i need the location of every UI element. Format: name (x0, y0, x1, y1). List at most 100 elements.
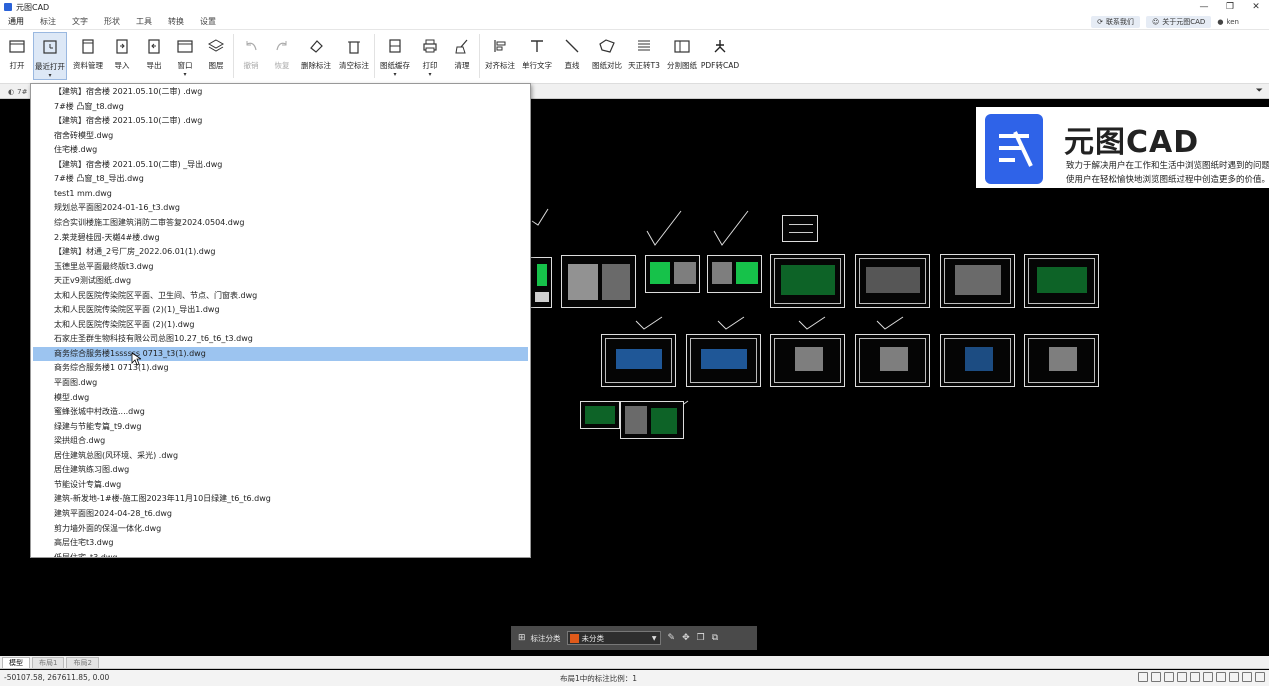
undo-button[interactable]: 撤销 (234, 32, 268, 80)
single-text-button[interactable]: 单行文字 (520, 32, 554, 80)
promo-banner: 元图CAD 致力于解决用户在工作和生活中浏览图纸时遇到的问题 使用户在轻松愉快地… (976, 107, 1269, 188)
recent-file-item[interactable]: 【建筑】宿舍楼 2021.05.10(二审) .dwg (33, 114, 528, 128)
menu-annotate[interactable]: 标注 (32, 14, 64, 30)
zoom-extent-icon[interactable] (1164, 672, 1174, 682)
open-button[interactable]: 打开 (0, 32, 34, 80)
drawing-cache-button[interactable]: 图纸缓存 ▾ (378, 32, 412, 80)
menu-text[interactable]: 文字 (64, 14, 96, 30)
import-button[interactable]: 导入 (105, 32, 139, 80)
filter-icon[interactable]: ⏷ (1256, 86, 1263, 96)
copy-icon[interactable]: ❐ (697, 633, 705, 643)
tab-layout2[interactable]: 布局2 (66, 657, 99, 668)
export-icon (144, 36, 164, 56)
recent-file-item[interactable]: 蜜蜂张城中村改造....dwg (33, 405, 528, 419)
brand-tagline-1: 致力于解决用户在工作和生活中浏览图纸时遇到的问题 (1066, 161, 1269, 171)
recent-open-button[interactable]: 最近打开 ▾ (33, 32, 67, 80)
layout-icon[interactable] (1203, 672, 1213, 682)
recent-file-item[interactable]: 居住建筑总图(风环境、采光) .dwg (33, 449, 528, 463)
tab-layout1[interactable]: 布局1 (32, 657, 65, 668)
recent-file-item[interactable]: 7#楼 凸窗_t8.dwg (33, 100, 528, 114)
recent-file-item[interactable]: 规划总平面图2024-01-16_t3.dwg (33, 201, 528, 215)
menu-shape[interactable]: 形状 (96, 14, 128, 30)
recent-file-item[interactable]: 居住建筑练习图.dwg (33, 463, 528, 477)
recent-file-item[interactable]: 天正v9测试图纸.dwg (33, 274, 528, 288)
window-button[interactable]: 窗口 ▾ (168, 32, 202, 80)
align-annotation-button[interactable]: 对齐标注 (483, 32, 517, 80)
recent-file-item[interactable]: 太和人民医院传染院区平面、卫生间、节点、门窗表.dwg (33, 289, 528, 303)
clear-annotation-button[interactable]: 清空标注 (337, 32, 371, 80)
recent-file-item[interactable]: 低层住宅_t3.dwg (33, 551, 528, 557)
snap-icon[interactable] (1138, 672, 1148, 682)
recent-file-item[interactable]: 【建筑】材通_2号厂房_2022.06.01(1).dwg (33, 245, 528, 259)
recent-file-item[interactable]: 剪力墙外面的保温一体化.dwg (33, 522, 528, 536)
recent-file-item[interactable]: 节能设计专篇.dwg (33, 478, 528, 492)
lock-icon[interactable] (1242, 672, 1252, 682)
grid-icon[interactable]: ⊞ (518, 633, 526, 643)
fullscreen-icon[interactable] (1255, 672, 1265, 682)
menu-tools[interactable]: 工具 (128, 14, 160, 30)
recent-file-item[interactable]: 太和人民医院传染院区平面 (2)(1)_导出1.dwg (33, 303, 528, 317)
menu-convert[interactable]: 转换 (160, 14, 192, 30)
contact-us-button[interactable]: ⟳ 联系我们 (1091, 16, 1140, 28)
grid-toggle-icon[interactable] (1229, 672, 1239, 682)
recent-file-item[interactable]: 综合实训楼施工图建筑消防二审答复2024.0504.dwg (33, 216, 528, 230)
annotation-floating-toolbar: ⊞ 标注分类 未分类 ▼ ✎ ✥ ❐ ⧉ (511, 626, 757, 650)
edit-icon[interactable]: ✎ (668, 633, 676, 643)
recent-file-item[interactable]: 石家庄圣群生物科技有限公司总图10.27_t6_t6_t3.dwg (33, 332, 528, 346)
recent-file-item[interactable]: 高层住宅t3.dwg (33, 536, 528, 550)
redo-button[interactable]: 恢复 (265, 32, 299, 80)
recent-file-item[interactable]: 梁拱组合.dwg (33, 434, 528, 448)
export-button[interactable]: 导出 (137, 32, 171, 80)
window-label: 窗口 (177, 61, 193, 70)
recent-file-item[interactable]: 2.莱茏碧桂园-天樾4#楼.dwg (33, 231, 528, 245)
recent-file-item[interactable]: 【建筑】宿舍楼 2021.05.10(二审) _导出.dwg (33, 158, 528, 172)
duplicate-icon[interactable]: ⧉ (712, 633, 718, 643)
recent-file-item[interactable]: 商务综合服务楼1ssssss 0713_t3(1).dwg (33, 346, 528, 361)
layers-button[interactable]: 图层 (199, 32, 233, 80)
clean-button[interactable]: 清理 (445, 32, 479, 80)
view-icon[interactable] (1190, 672, 1200, 682)
line-button[interactable]: 直线 (555, 32, 589, 80)
about-button[interactable]: ☺ 关于元图CAD (1145, 16, 1212, 28)
recent-file-item[interactable]: 住宅楼.dwg (33, 143, 528, 157)
tab-model[interactable]: 模型 (2, 657, 30, 668)
crop-icon[interactable] (1151, 672, 1161, 682)
tianzheng-t3-button[interactable]: 天正转T3 (627, 32, 661, 80)
recent-file-item[interactable]: 7#楼 凸窗_t8_导出.dwg (33, 172, 528, 186)
user-name: ken (1226, 18, 1239, 26)
recent-file-item[interactable]: test1 mm.dwg (33, 187, 528, 201)
recent-file-item[interactable]: 绿建与节能专篇_t9.dwg (33, 420, 528, 434)
menu-general[interactable]: 通用 (0, 14, 32, 30)
recent-file-item[interactable]: 模型.dwg (33, 391, 528, 405)
recent-file-item[interactable]: 玉德里总平面最终版t3.dwg (33, 260, 528, 274)
minimize-button[interactable]: — (1191, 0, 1217, 14)
annotation-scale: 布局1中的标注比例：1 (560, 674, 638, 683)
user-account[interactable]: ● ken (1217, 18, 1239, 26)
recent-file-item[interactable]: 【建筑】宿舍楼 2021.05.10(二审) .dwg (33, 85, 528, 99)
recent-file-item[interactable]: 商务综合服务楼1 0713(1).dwg (33, 361, 528, 375)
recent-file-item[interactable]: 建筑-新发地-1#楼-施工图2023年11月10日绿建_t6_t6.dwg (33, 492, 528, 506)
print-button[interactable]: 打印 ▾ (413, 32, 447, 80)
maximize-button[interactable]: ❐ (1217, 0, 1243, 14)
frame-icon[interactable] (1177, 672, 1187, 682)
annotation-category-select[interactable]: 未分类 ▼ (566, 631, 661, 645)
add-icon[interactable] (1216, 672, 1226, 682)
recent-file-item[interactable]: 宿舍砖模型.dwg (33, 129, 528, 143)
library-button[interactable]: 资料管理 (71, 32, 105, 80)
split-drawing-button[interactable]: 分割图纸 (665, 32, 699, 80)
drawing-sheet (855, 334, 930, 387)
close-button[interactable]: ✕ (1243, 0, 1269, 14)
recent-file-item[interactable]: 建筑平面图2024-04-28_t6.dwg (33, 507, 528, 521)
recent-file-item[interactable]: 平面图.dwg (33, 376, 528, 390)
split-drawing-label: 分割图纸 (667, 61, 697, 70)
move-icon[interactable]: ✥ (682, 633, 690, 643)
document-tab[interactable]: ◐ 7# (4, 86, 31, 98)
undo-icon (241, 36, 261, 56)
delete-annotation-button[interactable]: 删除标注 (299, 32, 333, 80)
chevron-down-icon: ▾ (183, 71, 187, 78)
drawing-compare-button[interactable]: 图纸对比 (590, 32, 624, 80)
pdf-to-cad-button[interactable]: PDF转CAD (701, 32, 739, 80)
menu-settings[interactable]: 设置 (192, 14, 224, 30)
recent-file-item[interactable]: 太和人民医院传染院区平面 (2)(1).dwg (33, 318, 528, 332)
mouse-cursor-icon (131, 352, 141, 366)
